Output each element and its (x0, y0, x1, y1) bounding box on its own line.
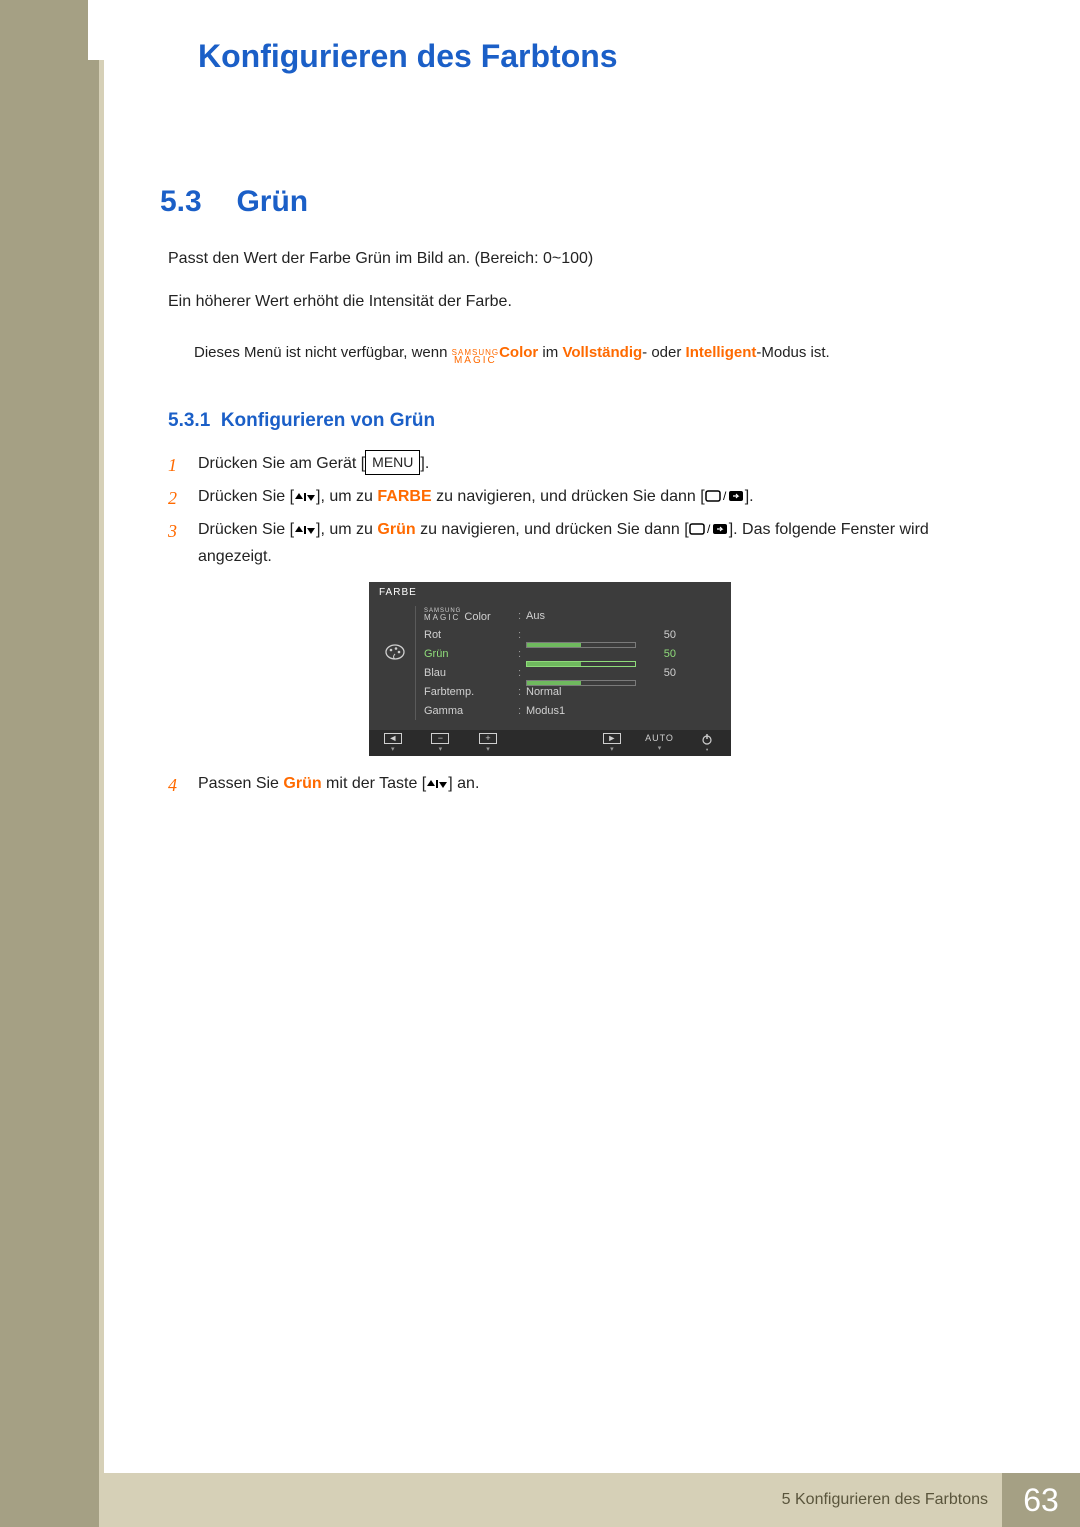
chapter-title: Konfigurieren des Farbtons (198, 38, 618, 75)
note-text-before: Dieses Menü ist nicht verfügbar, wenn (194, 344, 452, 361)
note-sep: - oder (642, 344, 685, 361)
step3-keyword: Grün (377, 521, 415, 538)
osd-menu: SAMSUNGMAGIC Color:AusRot:50Grün:50Blau:… (418, 606, 723, 720)
step-1: 1 Drücken Sie am Gerät [MENU]. (168, 450, 940, 477)
osd-row-value: Aus (526, 610, 650, 622)
note-mode1: Vollständig (562, 344, 642, 361)
note-line: Dieses Menü ist nicht verfügbar, wenn SA… (194, 341, 940, 366)
left-margin-stripe-inner (99, 0, 104, 1527)
step-2: 2 Drücken Sie [], um zu FARBE zu navigie… (168, 483, 940, 510)
up-down-icon (426, 778, 448, 790)
osd-row-value: Modus1 (526, 705, 650, 717)
step2-keyword: FARBE (377, 488, 431, 505)
paragraph-2: Ein höherer Wert erhöht die Intensität d… (168, 290, 940, 315)
osd-row-value: Normal (526, 686, 650, 698)
osd-row-label: Grün (418, 648, 518, 660)
section-number: 5.3 (160, 185, 232, 219)
osd-row-label: Blau (418, 667, 518, 679)
osd-title: FARBE (369, 582, 731, 602)
svg-text:/: / (723, 489, 727, 503)
note-mode2: Intelligent (686, 344, 757, 361)
left-margin-stripe (0, 0, 104, 1527)
osd-row-number: 50 (650, 648, 676, 660)
slider-track[interactable] (526, 661, 636, 667)
osd-btn-auto[interactable]: AUTO▾ (636, 734, 684, 752)
select-enter-icon: / (705, 489, 745, 503)
svg-text:/: / (707, 522, 711, 536)
osd-row-label: Rot (418, 629, 518, 641)
paragraph-1: Passt den Wert der Farbe Grün im Bild an… (168, 247, 940, 272)
osd-btn-power[interactable]: • (683, 733, 731, 754)
osd-btn-back[interactable]: ◄▾ (369, 733, 417, 753)
osd-row-number: 50 (650, 667, 676, 679)
section-heading: 5.3 Grün (160, 185, 940, 219)
palette-icon (384, 644, 406, 660)
select-enter-icon: / (689, 522, 729, 536)
osd-row-number: 50 (650, 629, 676, 641)
osd-row[interactable]: Gamma:Modus1 (418, 701, 723, 720)
subsection-heading: 5.3.1 Konfigurieren von Grün (168, 410, 940, 432)
footer-text: 5 Konfigurieren des Farbtons (782, 1473, 988, 1527)
step4-keyword: Grün (283, 775, 321, 792)
step-4: 4 Passen Sie Grün mit der Taste [] an. (168, 770, 940, 797)
samsung-magic-inline-icon: SAMSUNGMAGIC (452, 349, 499, 366)
up-down-icon (294, 491, 316, 503)
osd-button-bar: ◄▾ −▾ +▾ ►▾ AUTO▾ • (369, 730, 731, 756)
subsection-title: Konfigurieren von Grün (221, 410, 435, 431)
steps-list-continued: 4 Passen Sie Grün mit der Taste [] an. (168, 770, 940, 797)
osd-row[interactable]: Rot:50 (418, 625, 723, 644)
osd-btn-play[interactable]: ►▾ (588, 733, 636, 753)
menu-button-label: MENU (365, 450, 420, 476)
chapter-tab (88, 0, 146, 60)
osd-left-icon-column (377, 606, 413, 720)
content-area: 5.3 Grün Passt den Wert der Farbe Grün i… (160, 185, 940, 804)
subsection-number: 5.3.1 (168, 410, 210, 431)
page-number-badge: 63 (1002, 1473, 1080, 1527)
osd-screenshot: FARBE SAMSUNGMAGIC Color:AusRot:50Grün:5… (369, 582, 731, 756)
step-3: 3 Drücken Sie [], um zu Grün zu navigier… (168, 516, 940, 570)
osd-row-label: SAMSUNGMAGIC Color (418, 608, 518, 623)
up-down-icon (294, 524, 316, 536)
osd-row-label: Gamma (418, 705, 518, 717)
osd-row-label: Farbtemp. (418, 686, 518, 698)
osd-btn-plus[interactable]: +▾ (464, 733, 512, 753)
steps-list: 1 Drücken Sie am Gerät [MENU]. 2 Drücken… (168, 450, 940, 571)
osd-row[interactable]: Farbtemp.:Normal (418, 682, 723, 701)
note-mid1: im (538, 344, 562, 361)
section-title: Grün (236, 185, 308, 219)
note-after: -Modus ist. (756, 344, 829, 361)
slider-track[interactable] (526, 642, 636, 648)
osd-row[interactable]: SAMSUNGMAGIC Color:Aus (418, 606, 723, 625)
note-color-word: Color (499, 344, 538, 361)
osd-btn-minus[interactable]: −▾ (417, 733, 465, 753)
